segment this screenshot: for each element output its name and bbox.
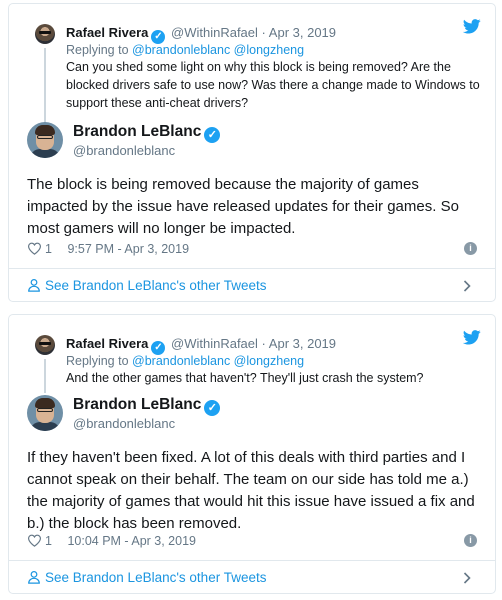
see-other-tweets-link[interactable]: See Brandon LeBlanc's other Tweets bbox=[27, 561, 477, 595]
like-count: 1 bbox=[45, 534, 52, 548]
avatar[interactable] bbox=[27, 395, 63, 431]
thread-connector bbox=[44, 359, 46, 393]
chevron-right-icon bbox=[463, 572, 471, 584]
tweet-date[interactable]: Apr 3, 2019 bbox=[269, 25, 336, 40]
author-name-text: Brandon LeBlanc bbox=[73, 123, 202, 140]
author-handle[interactable]: @brandonleblanc bbox=[73, 142, 175, 159]
tweet-text: The block is being removed because the m… bbox=[27, 176, 459, 237]
replying-to: Replying to @brandonleblanc @longzheng bbox=[66, 353, 304, 369]
author-handle[interactable]: @WithinRafael bbox=[171, 336, 258, 351]
separator: · bbox=[261, 336, 266, 351]
separator: · bbox=[261, 25, 266, 40]
user-icon bbox=[28, 570, 40, 584]
author-handle[interactable]: @brandonleblanc bbox=[73, 415, 175, 432]
replying-to-link[interactable]: @brandonleblanc @longzheng bbox=[132, 43, 304, 57]
avatar[interactable] bbox=[35, 24, 55, 44]
tweet-meta: 1 10:04 PM - Apr 3, 2019 i bbox=[27, 532, 477, 550]
replying-to: Replying to @brandonleblanc @longzheng bbox=[66, 42, 304, 58]
parent-tweet-header: Rafael Rivera ✓ @WithinRafael · Apr 3, 20… bbox=[66, 24, 336, 44]
see-other-tweets-label: See Brandon LeBlanc's other Tweets bbox=[45, 570, 267, 585]
twitter-bird-icon[interactable] bbox=[463, 19, 481, 34]
like-count: 1 bbox=[45, 242, 52, 256]
author-name[interactable]: Brandon LeBlanc ✓ bbox=[73, 122, 222, 143]
tweet-timestamp[interactable]: 10:04 PM - Apr 3, 2019 bbox=[67, 534, 196, 548]
tweet-date[interactable]: Apr 3, 2019 bbox=[269, 336, 336, 351]
see-other-tweets-label: See Brandon LeBlanc's other Tweets bbox=[45, 278, 267, 293]
avatar[interactable] bbox=[35, 335, 55, 355]
avatar[interactable] bbox=[27, 122, 63, 158]
heart-icon[interactable] bbox=[27, 534, 42, 547]
parent-tweet-text: Can you shed some light on why this bloc… bbox=[66, 60, 480, 110]
user-icon bbox=[28, 278, 40, 292]
info-icon[interactable]: i bbox=[464, 242, 477, 255]
info-icon[interactable]: i bbox=[464, 534, 477, 547]
verified-badge-icon: ✓ bbox=[204, 127, 221, 143]
embedded-tweet-1: Rafael Rivera ✓ @WithinRafael · Apr 3, 20… bbox=[8, 3, 496, 302]
verified-badge-icon: ✓ bbox=[204, 400, 221, 416]
embedded-tweet-2: Rafael Rivera ✓ @WithinRafael · Apr 3, 20… bbox=[8, 314, 496, 594]
author-handle[interactable]: @WithinRafael bbox=[171, 25, 258, 40]
tweet-timestamp[interactable]: 9:57 PM - Apr 3, 2019 bbox=[67, 242, 189, 256]
see-other-tweets-link[interactable]: See Brandon LeBlanc's other Tweets bbox=[27, 269, 477, 303]
author-name-text: Brandon LeBlanc bbox=[73, 396, 202, 413]
replying-to-label: Replying to bbox=[66, 43, 129, 57]
replying-to-label: Replying to bbox=[66, 354, 129, 368]
tweet-text: If they haven't been fixed. A lot of thi… bbox=[27, 449, 475, 532]
parent-tweet-text: And the other games that haven't? They'l… bbox=[66, 371, 424, 385]
author-name[interactable]: Brandon LeBlanc ✓ bbox=[73, 395, 222, 416]
replying-to-link[interactable]: @brandonleblanc @longzheng bbox=[132, 354, 304, 368]
chevron-right-icon bbox=[463, 280, 471, 292]
parent-tweet-header: Rafael Rivera ✓ @WithinRafael · Apr 3, 20… bbox=[66, 335, 336, 355]
author-name[interactable]: Rafael Rivera bbox=[66, 336, 148, 351]
twitter-bird-icon[interactable] bbox=[463, 330, 481, 345]
heart-icon[interactable] bbox=[27, 242, 42, 255]
thread-connector bbox=[44, 48, 46, 128]
author-name[interactable]: Rafael Rivera bbox=[66, 25, 148, 40]
tweet-meta: 1 9:57 PM - Apr 3, 2019 i bbox=[27, 240, 477, 258]
